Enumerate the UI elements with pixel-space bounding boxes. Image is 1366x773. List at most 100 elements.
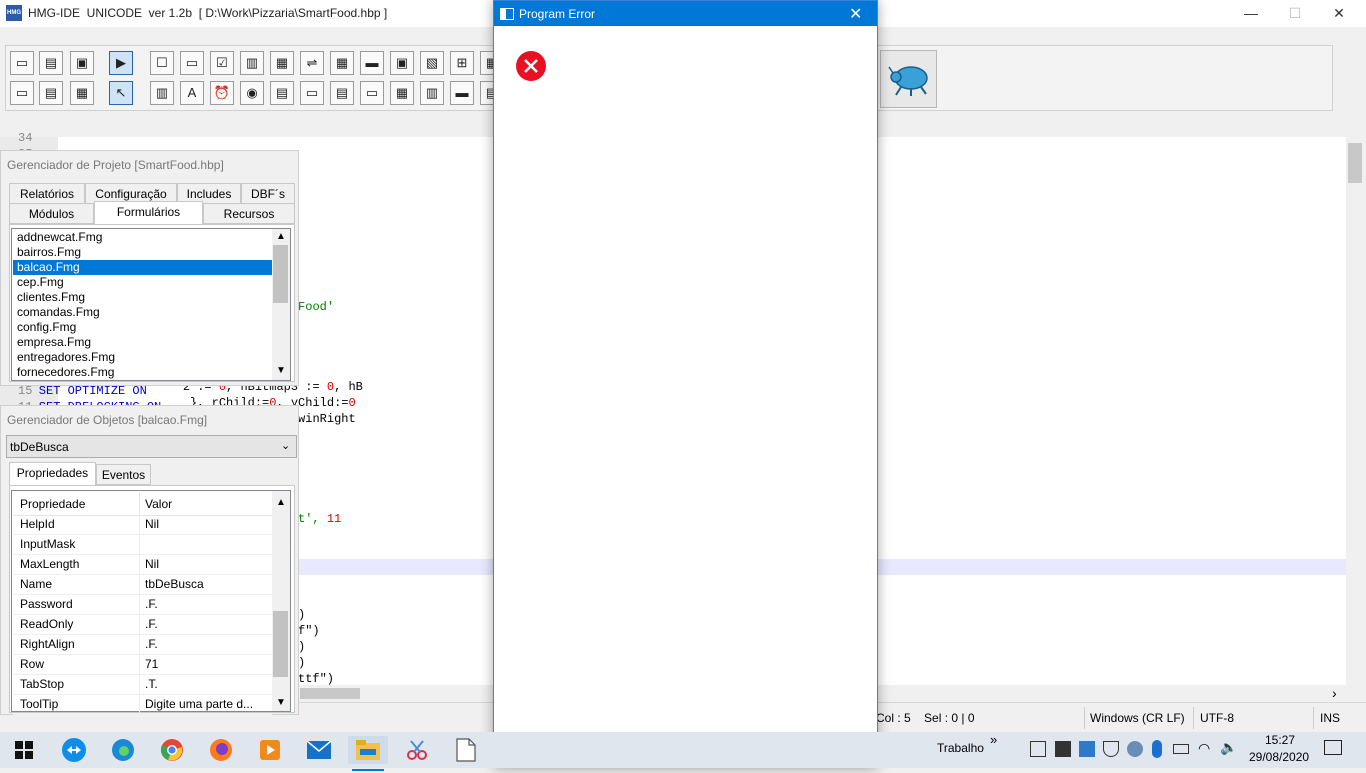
list-item[interactable]: cep.Fmg bbox=[13, 275, 272, 290]
scroll-thumb[interactable] bbox=[273, 245, 288, 303]
table-row[interactable]: InputMask bbox=[13, 535, 272, 555]
dialog-close-button[interactable]: ✕ bbox=[849, 4, 862, 24]
toolbar-button[interactable]: ▭ bbox=[10, 51, 34, 75]
maximize-button[interactable]: ☐ bbox=[1272, 0, 1318, 27]
column-header[interactable]: Valor bbox=[145, 497, 172, 511]
toolbar-button[interactable]: ▣ bbox=[70, 51, 94, 75]
toolbar-button[interactable]: ▤ bbox=[270, 81, 294, 105]
property-value[interactable]: .F. bbox=[145, 615, 158, 634]
table-row[interactable]: MaxLength Nil bbox=[13, 555, 272, 575]
tray-network-tool-icon[interactable] bbox=[1055, 741, 1071, 757]
toolbar-button[interactable]: ▭ bbox=[10, 81, 34, 105]
chevron-up-icon[interactable]: ▲ bbox=[276, 497, 286, 508]
minimize-button[interactable]: — bbox=[1228, 0, 1274, 27]
property-value[interactable]: tbDeBusca bbox=[145, 575, 204, 594]
property-value[interactable]: Nil bbox=[145, 515, 159, 534]
table-row[interactable]: Password .F. bbox=[13, 595, 272, 615]
toolbar-button[interactable]: ▬ bbox=[360, 51, 384, 75]
toolbar-button[interactable]: ▤ bbox=[330, 81, 354, 105]
table-row[interactable]: ReadOnly .F. bbox=[13, 615, 272, 635]
column-header[interactable]: Propriedade bbox=[20, 497, 85, 511]
wifi-icon[interactable]: ◠ bbox=[1198, 740, 1210, 757]
list-item[interactable]: clientes.Fmg bbox=[13, 290, 272, 305]
toolbar-button[interactable]: ▭ bbox=[180, 51, 204, 75]
toolbar-button[interactable]: ▥ bbox=[240, 51, 264, 75]
property-value[interactable]: .T. bbox=[145, 675, 158, 694]
forms-list-scrollbar[interactable]: ▲ ▼ bbox=[272, 229, 290, 380]
list-item[interactable]: config.Fmg bbox=[13, 320, 272, 335]
toolbar-button[interactable]: ▤ bbox=[39, 51, 63, 75]
toolbar-button[interactable]: ▬ bbox=[450, 81, 474, 105]
tab-relatorios[interactable]: Relatórios bbox=[9, 183, 85, 204]
list-item[interactable]: empresa.Fmg bbox=[13, 335, 272, 350]
clock-date[interactable]: 29/08/2020 bbox=[1249, 750, 1309, 764]
properties-scrollbar[interactable]: ▲ ▼ bbox=[272, 491, 290, 711]
toolbar-button[interactable]: ▣ bbox=[390, 51, 414, 75]
toolbar-button[interactable]: ⇌ bbox=[300, 51, 324, 75]
property-value[interactable]: .F. bbox=[145, 635, 158, 654]
table-row[interactable]: Row 71 bbox=[13, 655, 272, 675]
toolbar-button[interactable]: ↖ bbox=[109, 81, 133, 105]
forms-list[interactable]: addnewcat.Fmg bairros.Fmg balcao.Fmg cep.Fm… bbox=[11, 228, 291, 381]
tab-recursos[interactable]: Recursos bbox=[203, 203, 295, 224]
table-row[interactable]: RightAlign .F. bbox=[13, 635, 272, 655]
property-value[interactable]: Nil bbox=[145, 555, 159, 574]
toolbar-button[interactable]: ▦ bbox=[330, 51, 354, 75]
firefox-icon[interactable] bbox=[201, 736, 241, 764]
list-item[interactable]: fornecedores.Fmg bbox=[13, 365, 272, 380]
toolbar-button[interactable]: ▦ bbox=[270, 51, 294, 75]
bluetooth-icon[interactable] bbox=[1152, 740, 1162, 758]
tray-app-icon[interactable] bbox=[1030, 741, 1046, 757]
property-value[interactable]: Digite uma parte d... bbox=[145, 695, 253, 714]
table-row[interactable]: TabStop .T. bbox=[13, 675, 272, 695]
scroll-thumb[interactable] bbox=[273, 611, 288, 677]
toolbar-button[interactable]: ▥ bbox=[150, 81, 174, 105]
chevron-down-icon[interactable]: ▼ bbox=[276, 365, 286, 376]
toolbar-button[interactable]: ▭ bbox=[360, 81, 384, 105]
tab-formularios[interactable]: Formulários bbox=[94, 201, 203, 225]
properties-grid[interactable]: Propriedade Valor HelpId Nil InputMask MaxL… bbox=[11, 490, 291, 715]
file-explorer-icon[interactable] bbox=[348, 736, 388, 771]
chrome-icon[interactable] bbox=[152, 736, 192, 764]
table-row[interactable]: Name tbDeBusca bbox=[13, 575, 272, 595]
property-value[interactable]: .F. bbox=[145, 595, 158, 614]
object-select[interactable]: tbDeBusca ⌄ bbox=[6, 435, 297, 458]
battery-icon[interactable] bbox=[1173, 744, 1189, 754]
media-player-icon[interactable] bbox=[250, 736, 290, 764]
toolbar-button[interactable]: ▦ bbox=[70, 81, 94, 105]
toolbar-button[interactable]: ▤ bbox=[39, 81, 63, 105]
chevron-up-icon[interactable]: ▲ bbox=[276, 231, 286, 242]
property-value[interactable]: 71 bbox=[145, 655, 158, 674]
toolbar-button[interactable]: ▧ bbox=[420, 51, 444, 75]
toolbar-button[interactable]: ▥ bbox=[420, 81, 444, 105]
table-row[interactable]: HelpId Nil bbox=[13, 515, 272, 535]
toolbar-button[interactable]: ▭ bbox=[300, 81, 324, 105]
toolbar-button[interactable]: ▦ bbox=[390, 81, 414, 105]
tab-eventos[interactable]: Eventos bbox=[96, 464, 151, 485]
editor-vertical-thumb[interactable] bbox=[1348, 143, 1362, 183]
close-button[interactable]: ✕ bbox=[1316, 0, 1362, 27]
notifications-icon[interactable] bbox=[1324, 740, 1342, 755]
volume-icon[interactable]: 🔈 bbox=[1220, 739, 1237, 756]
list-item[interactable]: bairros.Fmg bbox=[13, 245, 272, 260]
list-item[interactable]: comandas.Fmg bbox=[13, 305, 272, 320]
debug-button[interactable] bbox=[880, 50, 937, 108]
scroll-right-icon[interactable]: › bbox=[1332, 685, 1337, 701]
editor-vertical-scrollbar[interactable] bbox=[1346, 137, 1366, 685]
windows-start-icon[interactable] bbox=[4, 736, 44, 764]
teamviewer-icon[interactable] bbox=[54, 736, 94, 764]
toolbar-label[interactable]: Trabalho bbox=[937, 741, 984, 755]
snipping-tool-icon[interactable] bbox=[397, 736, 437, 764]
toolbar-chevron[interactable]: » bbox=[990, 732, 997, 747]
mail-icon[interactable] bbox=[299, 736, 339, 764]
toolbar-button[interactable]: ☑ bbox=[210, 51, 234, 75]
chevron-down-icon[interactable]: ▼ bbox=[276, 697, 286, 708]
toolbar-button[interactable]: ⏰ bbox=[210, 81, 234, 105]
list-item[interactable]: entregadores.Fmg bbox=[13, 350, 272, 365]
toolbar-button[interactable]: ◉ bbox=[240, 81, 264, 105]
tab-modulos[interactable]: Módulos bbox=[9, 203, 94, 224]
edge-icon[interactable] bbox=[103, 736, 143, 764]
tab-propriedades[interactable]: Propriedades bbox=[9, 462, 96, 486]
document-icon[interactable] bbox=[446, 736, 486, 764]
table-row[interactable]: ToolTip Digite uma parte d... bbox=[13, 695, 272, 715]
